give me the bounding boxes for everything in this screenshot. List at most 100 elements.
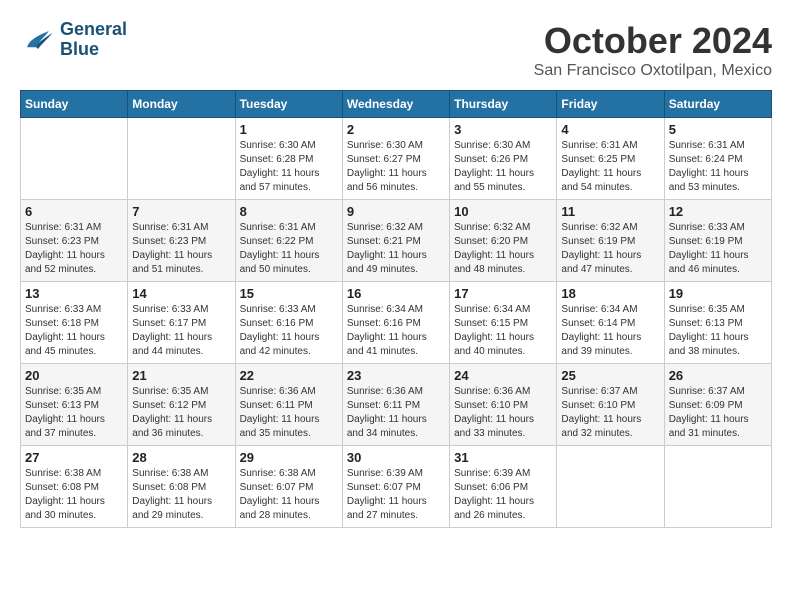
day-number: 21: [132, 368, 230, 383]
week-row-3: 13 Sunrise: 6:33 AMSunset: 6:18 PMDayligh…: [21, 282, 772, 364]
day-info: Sunrise: 6:36 AMSunset: 6:11 PMDaylight:…: [347, 385, 445, 441]
day-number: 30: [347, 450, 445, 465]
header-row: SundayMondayTuesdayWednesdayThursdayFrid…: [21, 91, 772, 118]
day-info: Sunrise: 6:35 AMSunset: 6:13 PMDaylight:…: [669, 303, 767, 359]
day-info: Sunrise: 6:31 AMSunset: 6:25 PMDaylight:…: [561, 139, 659, 195]
day-info: Sunrise: 6:32 AMSunset: 6:19 PMDaylight:…: [561, 221, 659, 277]
day-number: 10: [454, 204, 552, 219]
day-info: Sunrise: 6:36 AMSunset: 6:11 PMDaylight:…: [240, 385, 338, 441]
day-cell: 21 Sunrise: 6:35 AMSunset: 6:12 PMDayligh…: [128, 364, 235, 446]
day-number: 4: [561, 122, 659, 137]
day-cell: 23 Sunrise: 6:36 AMSunset: 6:11 PMDayligh…: [342, 364, 449, 446]
day-cell: 28Sunrise: 6:38 AMSunset: 6:08 PMDayligh…: [128, 446, 235, 528]
header-day-monday: Monday: [128, 91, 235, 118]
logo-text: General Blue: [60, 20, 127, 60]
day-info: Sunrise: 6:31 AMSunset: 6:24 PMDaylight:…: [669, 139, 767, 195]
day-cell: 3 Sunrise: 6:30 AMSunset: 6:26 PMDaylight…: [450, 118, 557, 200]
day-number: 3: [454, 122, 552, 137]
day-cell: 12 Sunrise: 6:33 AMSunset: 6:19 PMDayligh…: [664, 200, 771, 282]
day-number: 25: [561, 368, 659, 383]
day-cell: 9 Sunrise: 6:32 AMSunset: 6:21 PMDaylight…: [342, 200, 449, 282]
day-info: Sunrise: 6:35 AMSunset: 6:12 PMDaylight:…: [132, 385, 230, 441]
day-number: 31: [454, 450, 552, 465]
day-number: 13: [25, 286, 123, 301]
day-info: Sunrise: 6:36 AMSunset: 6:10 PMDaylight:…: [454, 385, 552, 441]
day-info: Sunrise: 6:38 AMSunset: 6:08 PMDaylight:…: [25, 467, 123, 523]
calendar-table: SundayMondayTuesdayWednesdayThursdayFrid…: [20, 90, 772, 528]
day-cell: [664, 446, 771, 528]
day-cell: 20 Sunrise: 6:35 AMSunset: 6:13 PMDayligh…: [21, 364, 128, 446]
day-cell: 8Sunrise: 6:31 AMSunset: 6:22 PMDaylight…: [235, 200, 342, 282]
day-info: Sunrise: 6:37 AMSunset: 6:10 PMDaylight:…: [561, 385, 659, 441]
day-number: 27: [25, 450, 123, 465]
day-cell: 31 Sunrise: 6:39 AMSunset: 6:06 PMDayligh…: [450, 446, 557, 528]
week-row-5: 27 Sunrise: 6:38 AMSunset: 6:08 PMDayligh…: [21, 446, 772, 528]
day-number: 14: [132, 286, 230, 301]
day-number: 15: [240, 286, 338, 301]
header-day-saturday: Saturday: [664, 91, 771, 118]
logo: General Blue: [20, 20, 127, 60]
day-info: Sunrise: 6:33 AMSunset: 6:17 PMDaylight:…: [132, 303, 230, 359]
day-cell: 1 Sunrise: 6:30 AMSunset: 6:28 PMDaylight…: [235, 118, 342, 200]
logo-icon: [20, 22, 56, 58]
day-number: 2: [347, 122, 445, 137]
page-header: General Blue October 2024 San Francisco …: [20, 20, 772, 80]
header-day-tuesday: Tuesday: [235, 91, 342, 118]
day-info: Sunrise: 6:37 AMSunset: 6:09 PMDaylight:…: [669, 385, 767, 441]
month-title: October 2024: [534, 20, 772, 62]
day-info: Sunrise: 6:34 AMSunset: 6:15 PMDaylight:…: [454, 303, 552, 359]
day-cell: 6 Sunrise: 6:31 AMSunset: 6:23 PMDaylight…: [21, 200, 128, 282]
day-number: 23: [347, 368, 445, 383]
day-cell: 5 Sunrise: 6:31 AMSunset: 6:24 PMDaylight…: [664, 118, 771, 200]
week-row-4: 20 Sunrise: 6:35 AMSunset: 6:13 PMDayligh…: [21, 364, 772, 446]
day-number: 26: [669, 368, 767, 383]
day-info: Sunrise: 6:35 AMSunset: 6:13 PMDaylight:…: [25, 385, 123, 441]
day-cell: 30Sunrise: 6:39 AMSunset: 6:07 PMDayligh…: [342, 446, 449, 528]
header-day-sunday: Sunday: [21, 91, 128, 118]
day-number: 20: [25, 368, 123, 383]
day-number: 6: [25, 204, 123, 219]
day-info: Sunrise: 6:30 AMSunset: 6:26 PMDaylight:…: [454, 139, 552, 195]
day-cell: 2 Sunrise: 6:30 AMSunset: 6:27 PMDaylight…: [342, 118, 449, 200]
day-cell: 24Sunrise: 6:36 AMSunset: 6:10 PMDayligh…: [450, 364, 557, 446]
day-cell: 14 Sunrise: 6:33 AMSunset: 6:17 PMDayligh…: [128, 282, 235, 364]
day-info: Sunrise: 6:33 AMSunset: 6:19 PMDaylight:…: [669, 221, 767, 277]
day-number: 12: [669, 204, 767, 219]
day-cell: 22 Sunrise: 6:36 AMSunset: 6:11 PMDayligh…: [235, 364, 342, 446]
day-number: 5: [669, 122, 767, 137]
day-cell: 29 Sunrise: 6:38 AMSunset: 6:07 PMDayligh…: [235, 446, 342, 528]
day-cell: 17Sunrise: 6:34 AMSunset: 6:15 PMDayligh…: [450, 282, 557, 364]
day-number: 22: [240, 368, 338, 383]
day-info: Sunrise: 6:33 AMSunset: 6:18 PMDaylight:…: [25, 303, 123, 359]
day-cell: 27 Sunrise: 6:38 AMSunset: 6:08 PMDayligh…: [21, 446, 128, 528]
day-cell: 16Sunrise: 6:34 AMSunset: 6:16 PMDayligh…: [342, 282, 449, 364]
header-day-thursday: Thursday: [450, 91, 557, 118]
day-cell: [128, 118, 235, 200]
day-info: Sunrise: 6:32 AMSunset: 6:20 PMDaylight:…: [454, 221, 552, 277]
day-info: Sunrise: 6:30 AMSunset: 6:28 PMDaylight:…: [240, 139, 338, 195]
header-day-wednesday: Wednesday: [342, 91, 449, 118]
day-info: Sunrise: 6:30 AMSunset: 6:27 PMDaylight:…: [347, 139, 445, 195]
day-info: Sunrise: 6:39 AMSunset: 6:06 PMDaylight:…: [454, 467, 552, 523]
day-number: 9: [347, 204, 445, 219]
day-info: Sunrise: 6:31 AMSunset: 6:23 PMDaylight:…: [25, 221, 123, 277]
day-cell: 10 Sunrise: 6:32 AMSunset: 6:20 PMDayligh…: [450, 200, 557, 282]
day-info: Sunrise: 6:38 AMSunset: 6:07 PMDaylight:…: [240, 467, 338, 523]
day-number: 29: [240, 450, 338, 465]
day-number: 16: [347, 286, 445, 301]
day-info: Sunrise: 6:38 AMSunset: 6:08 PMDaylight:…: [132, 467, 230, 523]
week-row-1: 1 Sunrise: 6:30 AMSunset: 6:28 PMDaylight…: [21, 118, 772, 200]
day-cell: 7Sunrise: 6:31 AMSunset: 6:23 PMDaylight…: [128, 200, 235, 282]
day-number: 1: [240, 122, 338, 137]
day-info: Sunrise: 6:32 AMSunset: 6:21 PMDaylight:…: [347, 221, 445, 277]
day-cell: 4 Sunrise: 6:31 AMSunset: 6:25 PMDaylight…: [557, 118, 664, 200]
day-cell: [557, 446, 664, 528]
day-number: 18: [561, 286, 659, 301]
week-row-2: 6 Sunrise: 6:31 AMSunset: 6:23 PMDaylight…: [21, 200, 772, 282]
location-title: San Francisco Oxtotilpan, Mexico: [534, 62, 772, 80]
day-cell: 25 Sunrise: 6:37 AMSunset: 6:10 PMDayligh…: [557, 364, 664, 446]
day-number: 7: [132, 204, 230, 219]
day-number: 11: [561, 204, 659, 219]
day-cell: 26 Sunrise: 6:37 AMSunset: 6:09 PMDayligh…: [664, 364, 771, 446]
day-info: Sunrise: 6:33 AMSunset: 6:16 PMDaylight:…: [240, 303, 338, 359]
